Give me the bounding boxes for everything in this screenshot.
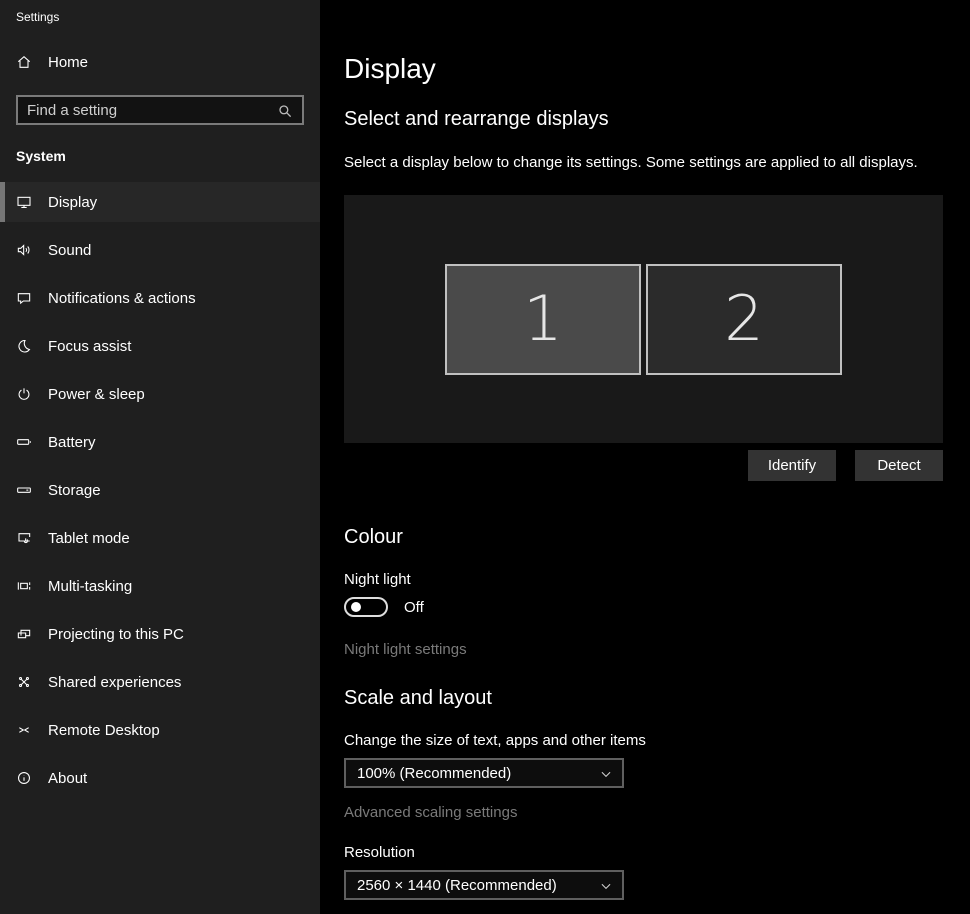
sidebar-item-label: About: [48, 770, 87, 787]
sidebar-item-projecting[interactable]: Projecting to this PC: [0, 614, 320, 654]
monitor-1[interactable]: 1: [445, 264, 641, 375]
sidebar-nav: Display Sound Notifications & actions Fo…: [0, 182, 320, 798]
night-light-label: Night light: [344, 570, 970, 590]
monitor-2-number: 2: [724, 288, 763, 350]
scale-dropdown-value: 100% (Recommended): [346, 765, 511, 782]
sidebar-item-label: Battery: [48, 434, 96, 451]
sidebar: Settings Home System Display Sound: [0, 0, 320, 914]
sidebar-item-label: Tablet mode: [48, 530, 130, 547]
sidebar-item-label: Power & sleep: [48, 386, 145, 403]
sidebar-item-remote-desktop[interactable]: Remote Desktop: [0, 710, 320, 750]
search-box: [16, 95, 304, 125]
sidebar-item-label: Storage: [48, 482, 101, 499]
sidebar-item-battery[interactable]: Battery: [0, 422, 320, 462]
scale-dropdown[interactable]: 100% (Recommended): [344, 758, 624, 788]
main-content: Display Select and rearrange displays Se…: [320, 0, 970, 914]
tablet-mode-icon: [16, 530, 32, 546]
night-light-toggle-row: Off: [344, 597, 970, 617]
search-input[interactable]: [18, 97, 302, 123]
sidebar-item-sound[interactable]: Sound: [0, 230, 320, 270]
focus-assist-icon: [16, 338, 32, 354]
sidebar-item-label: Multi-tasking: [48, 578, 132, 595]
sidebar-item-notifications[interactable]: Notifications & actions: [0, 278, 320, 318]
sidebar-item-shared-experiences[interactable]: Shared experiences: [0, 662, 320, 702]
advanced-scaling-link[interactable]: Advanced scaling settings: [344, 803, 517, 823]
remote-desktop-icon: [16, 722, 32, 738]
display-icon: [16, 194, 32, 210]
sidebar-item-label: Shared experiences: [48, 674, 181, 691]
sidebar-item-display[interactable]: Display: [0, 182, 320, 222]
toggle-knob: [351, 602, 361, 612]
search-icon[interactable]: [276, 102, 294, 120]
chevron-down-icon: [599, 879, 613, 893]
rearrange-heading: Select and rearrange displays: [344, 106, 970, 132]
resolution-label: Resolution: [344, 843, 970, 863]
multitasking-icon: [16, 578, 32, 594]
home-label: Home: [48, 54, 88, 71]
sidebar-item-label: Sound: [48, 242, 91, 259]
resolution-dropdown-value: 2560 × 1440 (Recommended): [346, 877, 557, 894]
projecting-icon: [16, 626, 32, 642]
sidebar-item-label: Projecting to this PC: [48, 626, 184, 643]
sidebar-section-header: System: [16, 148, 320, 168]
chevron-down-icon: [599, 767, 613, 781]
page-title: Display: [344, 53, 970, 85]
sidebar-item-home[interactable]: Home: [0, 42, 320, 82]
sidebar-item-label: Focus assist: [48, 338, 131, 355]
sidebar-item-label: Notifications & actions: [48, 290, 196, 307]
sidebar-item-storage[interactable]: Storage: [0, 470, 320, 510]
sidebar-item-tablet-mode[interactable]: Tablet mode: [0, 518, 320, 558]
size-label: Change the size of text, apps and other …: [344, 731, 970, 751]
sidebar-item-label: Display: [48, 194, 97, 211]
display-arrangement-panel: 1 2: [344, 195, 943, 443]
about-icon: [16, 770, 32, 786]
window-title: Settings: [0, 0, 320, 24]
detect-button[interactable]: Detect: [855, 450, 943, 481]
sidebar-item-multitasking[interactable]: Multi-tasking: [0, 566, 320, 606]
sidebar-item-focus-assist[interactable]: Focus assist: [0, 326, 320, 366]
sidebar-item-about[interactable]: About: [0, 758, 320, 798]
power-icon: [16, 386, 32, 402]
rearrange-description: Select a display below to change its set…: [344, 153, 970, 173]
shared-experiences-icon: [16, 674, 32, 690]
identify-button[interactable]: Identify: [748, 450, 836, 481]
monitor-2[interactable]: 2: [646, 264, 842, 375]
sidebar-item-power-sleep[interactable]: Power & sleep: [0, 374, 320, 414]
night-light-settings-link[interactable]: Night light settings: [344, 640, 467, 660]
battery-icon: [16, 434, 32, 450]
resolution-dropdown[interactable]: 2560 × 1440 (Recommended): [344, 870, 624, 900]
arrangement-buttons: Identify Detect: [344, 450, 943, 481]
colour-heading: Colour: [344, 524, 970, 550]
monitor-1-number: 1: [523, 288, 562, 350]
storage-icon: [16, 482, 32, 498]
monitor-group: 1 2: [445, 264, 842, 375]
scale-heading: Scale and layout: [344, 685, 970, 711]
night-light-state: Off: [404, 599, 424, 616]
sound-icon: [16, 242, 32, 258]
sidebar-item-label: Remote Desktop: [48, 722, 160, 739]
home-icon: [16, 54, 32, 70]
night-light-toggle[interactable]: [344, 597, 388, 617]
notifications-icon: [16, 290, 32, 306]
